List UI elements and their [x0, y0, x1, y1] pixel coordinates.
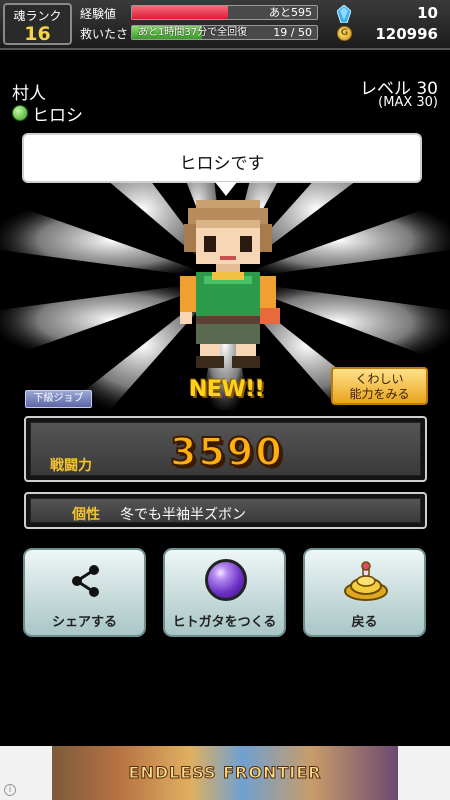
rescue-recovery-text: あと1時間37分で全回復 [138, 27, 248, 38]
rescue-bar: あと1時間37分で全回復 19 / 50 [131, 25, 318, 40]
soul-rank-value: 16 [24, 23, 51, 45]
create-hitogata-label: ヒトガタをつくる [172, 615, 277, 630]
view-abilities-button[interactable]: くわしい 能力をみる [331, 367, 428, 405]
share-button[interactable]: シェアする [23, 548, 146, 637]
view-abilities-line1: くわしい [355, 372, 404, 386]
ad-artwork[interactable]: ENDLESS FRONTIER [52, 746, 398, 800]
ad-title: ENDLESS FRONTIER [128, 763, 322, 783]
rescue-count-text: 19 / 50 [273, 26, 312, 39]
speech-bubble: ヒロシです [22, 133, 422, 183]
exp-remaining-text: あと595 [269, 6, 312, 19]
exp-bar: あと595 [131, 5, 318, 20]
exp-bar-fill [132, 6, 229, 19]
soul-rank-label: 魂ランク [13, 9, 62, 23]
new-badge: NEW!! [189, 377, 265, 402]
max-level-text: (MAX 30) [378, 95, 438, 110]
combat-power-panel: 戦闘力 3590 [24, 416, 427, 482]
character-sprite[interactable] [172, 196, 284, 372]
gem-count: 10 [417, 4, 438, 22]
share-icon [72, 565, 99, 597]
character-name-row: ヒロシ [12, 103, 83, 126]
trait-label: 個性 [72, 507, 100, 523]
trait-panel: 個性 冬でも半袖半ズボン [24, 492, 427, 529]
gem-icon [337, 5, 351, 23]
ad-banner[interactable]: ENDLESS FRONTIER i [0, 746, 450, 800]
gold-pile-icon [344, 561, 388, 601]
view-abilities-line2: 能力をみる [349, 387, 410, 401]
combat-power-value: 3590 [169, 429, 284, 475]
share-label: シェアする [51, 615, 117, 630]
coin-count: 120996 [375, 25, 438, 43]
back-button[interactable]: 戻る [303, 548, 426, 637]
speech-bubble-tail [215, 182, 237, 196]
back-label: 戻る [351, 615, 378, 630]
green-dot-icon [12, 105, 28, 121]
coin-icon: G [337, 26, 352, 41]
create-hitogata-button[interactable]: ヒトガタをつくる [163, 548, 286, 637]
exp-label: 経験値 [80, 7, 117, 21]
status-bar: 魂ランク 16 経験値 あと595 救いたさ あと1時間37分で全回復 19 /… [0, 0, 450, 50]
ad-info-icon[interactable]: i [4, 784, 16, 796]
job-tier-tag: 下級ジョブ [25, 390, 92, 408]
combat-power-label: 戦闘力 [50, 458, 92, 474]
soul-rank-box: 魂ランク 16 [3, 3, 72, 45]
character-name: ヒロシ [32, 105, 83, 126]
speech-text: ヒロシです [179, 154, 265, 174]
trait-value: 冬でも半袖半ズボン [120, 507, 246, 523]
rescue-label: 救いたさ [80, 27, 129, 41]
orb-icon [205, 559, 247, 601]
